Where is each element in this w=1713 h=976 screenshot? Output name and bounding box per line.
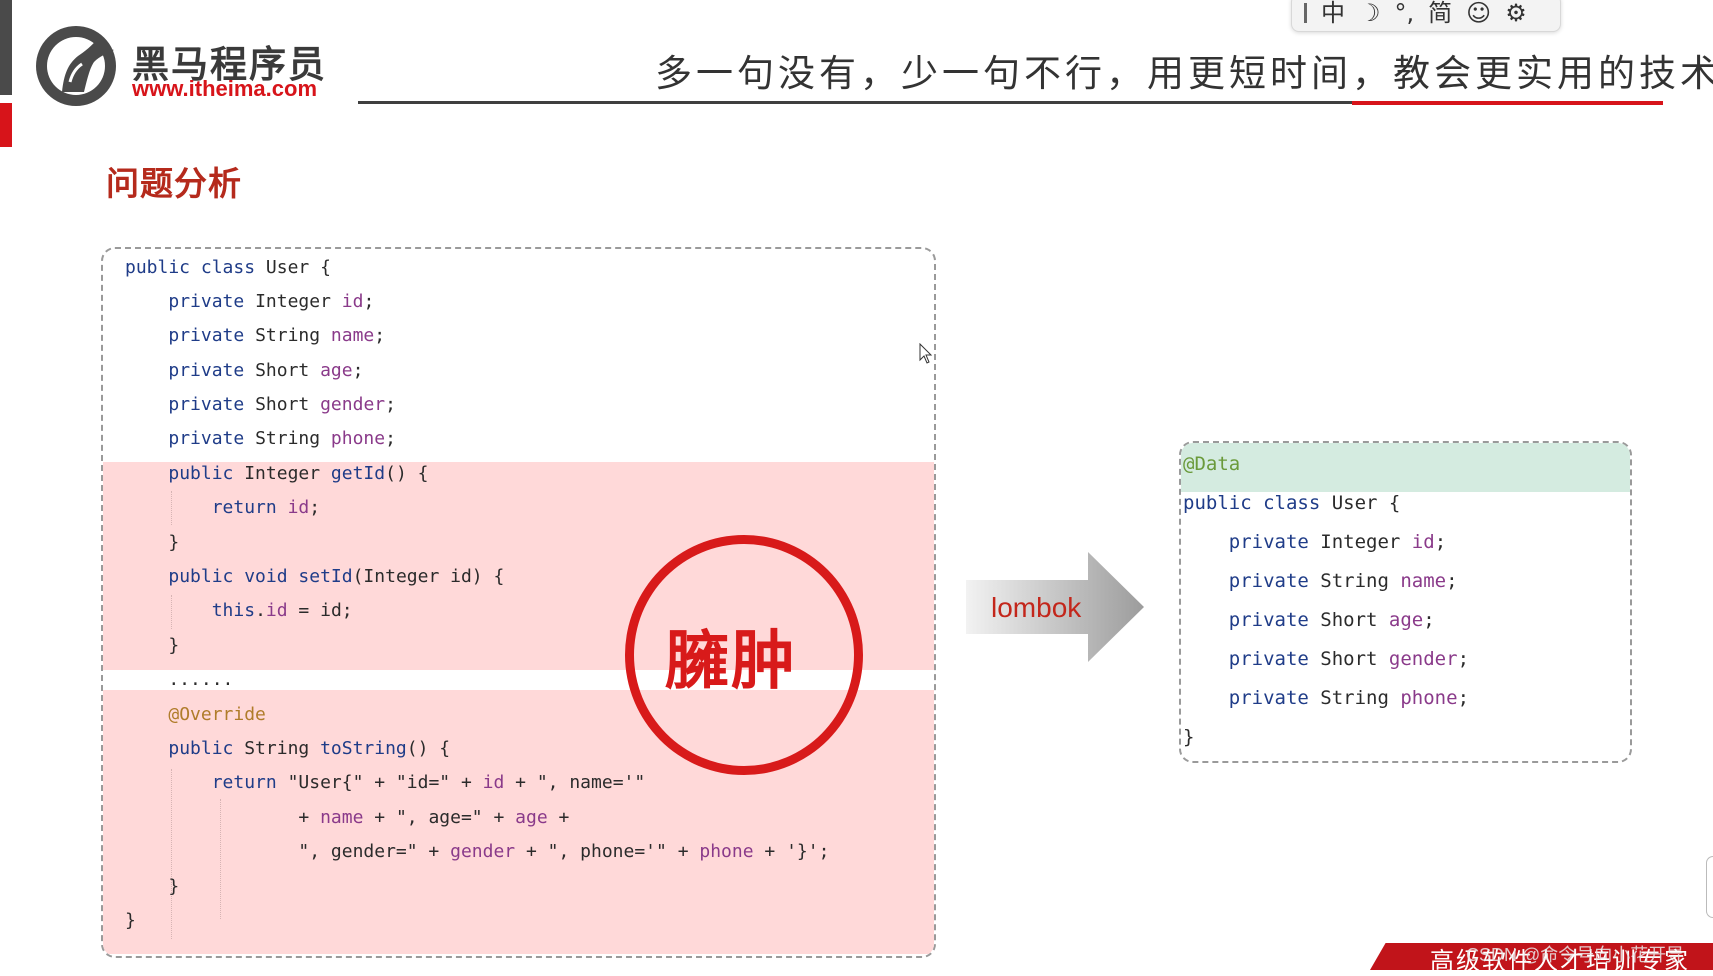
horse-logo-icon — [36, 26, 116, 106]
code-line: } — [125, 910, 136, 931]
slogan: 多一句没有，少一句不行，用更短时间，教会更实用的技术! — [655, 52, 1713, 95]
header-divider-accent — [1352, 101, 1663, 105]
stamp-text: 臃肿 — [665, 624, 797, 699]
code-line: @Override — [168, 704, 266, 725]
csdn-watermark: CSDN @命令号向小花开导 — [1466, 945, 1685, 965]
code-line: public class User { — [1183, 492, 1401, 514]
code-line: } — [125, 532, 180, 553]
left-accent-bar — [0, 0, 12, 95]
ime-simplified-toggle[interactable]: 简 — [1428, 0, 1452, 31]
brand-url: www.itheima.com — [132, 76, 318, 101]
mouse-cursor-icon — [919, 343, 933, 364]
code-line: public void setId(Integer id) { — [168, 566, 505, 587]
code-line: private String name; — [168, 325, 386, 346]
code-line: private Short gender; — [1228, 648, 1470, 670]
code-line: private Short age; — [168, 360, 364, 381]
side-scroll-handle[interactable] — [1706, 856, 1713, 918]
arrow-label: lombok — [991, 592, 1082, 623]
ime-punctuation-toggle[interactable]: °, — [1395, 0, 1415, 31]
code-line: @Data — [1183, 453, 1241, 475]
code-line: } — [125, 876, 180, 897]
code-line: private Short age; — [1228, 609, 1435, 631]
code-line: + name + ", age=" + age + — [125, 807, 570, 828]
code-line: return id; — [211, 497, 321, 518]
code-line: private Integer id; — [168, 291, 375, 312]
code-line: private String name; — [1228, 570, 1458, 592]
code-line: public String toString() { — [168, 738, 451, 759]
ime-settings-icon[interactable]: ⚙ — [1505, 0, 1527, 31]
ime-drag-handle[interactable] — [1304, 3, 1307, 23]
code-line: } — [125, 635, 180, 656]
section-title: 问题分析 — [106, 164, 242, 203]
ime-language-toggle[interactable]: 中 — [1321, 0, 1345, 31]
code-line: private Short gender; — [168, 394, 396, 415]
code-panel-lombok: @Data public class User { private Intege… — [1179, 441, 1632, 763]
code-line: private String phone; — [168, 428, 396, 449]
highlight-data-annotation — [1181, 443, 1630, 492]
ime-toolbar[interactable]: 中 ☽ °, 简 ☺ ⚙ — [1291, 0, 1561, 32]
code-line: ...... — [125, 669, 234, 690]
ime-emoji-icon[interactable]: ☺ — [1466, 0, 1491, 31]
code-line: return "User{" + "id=" + id + ", name='" — [211, 772, 646, 793]
code-line: private Integer id; — [1228, 531, 1447, 553]
code-line: public Integer getId() { — [168, 463, 429, 484]
code-line: } — [1183, 726, 1195, 748]
ime-moon-icon[interactable]: ☽ — [1359, 0, 1381, 31]
left-accent-bar-red — [0, 103, 12, 147]
code-line: this.id = id; — [211, 600, 353, 621]
code-line: private String phone; — [1228, 687, 1470, 709]
code-line: ", gender=" + gender + ", phone='" + pho… — [125, 841, 830, 862]
code-line: public class User { — [125, 257, 331, 278]
